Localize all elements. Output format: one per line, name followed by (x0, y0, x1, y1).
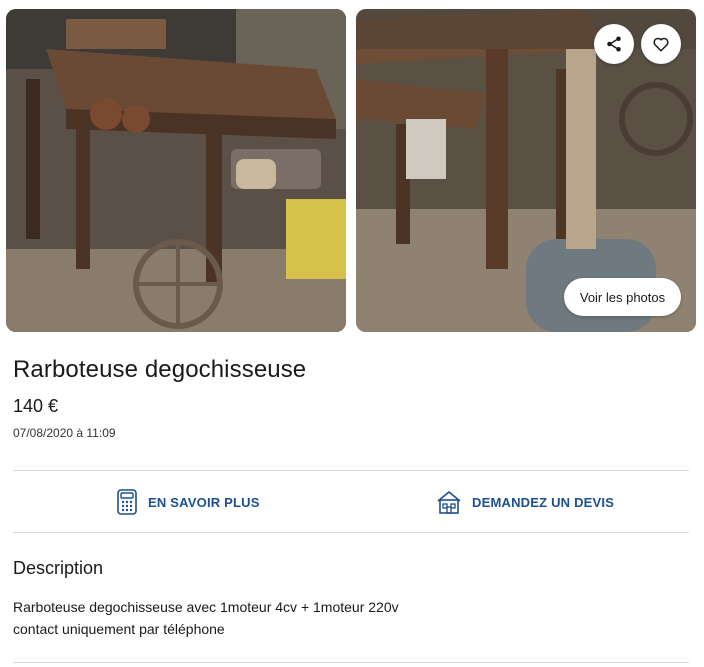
request-quote-button[interactable]: DEMANDEZ UN DEVIS (436, 488, 614, 516)
divider (13, 532, 689, 533)
listing-date: 07/08/2020 à 11:09 (13, 426, 116, 440)
description-text: contact uniquement par téléphone (13, 621, 225, 637)
divider (13, 662, 689, 663)
listing-title: Rarboteuse degochisseuse (13, 356, 307, 383)
share-icon (607, 36, 621, 52)
house-icon (437, 491, 461, 514)
see-photos-button[interactable]: Voir les photos (564, 278, 681, 316)
learn-more-button[interactable]: EN SAVOIR PLUS (116, 488, 260, 516)
learn-more-label: EN SAVOIR PLUS (148, 494, 260, 510)
listing-photo-main[interactable] (6, 9, 346, 332)
description-text: Rarboteuse degochisseuse avec 1moteur 4c… (13, 599, 399, 615)
divider (13, 470, 689, 471)
description-heading: Description (13, 558, 104, 578)
heart-icon (653, 37, 669, 52)
calculator-icon (117, 489, 137, 515)
favorite-button[interactable] (641, 24, 681, 64)
machine-photo (6, 9, 346, 332)
request-quote-label: DEMANDEZ UN DEVIS (472, 494, 615, 510)
listing-price: 140 € (13, 396, 59, 416)
share-button[interactable] (594, 24, 634, 64)
